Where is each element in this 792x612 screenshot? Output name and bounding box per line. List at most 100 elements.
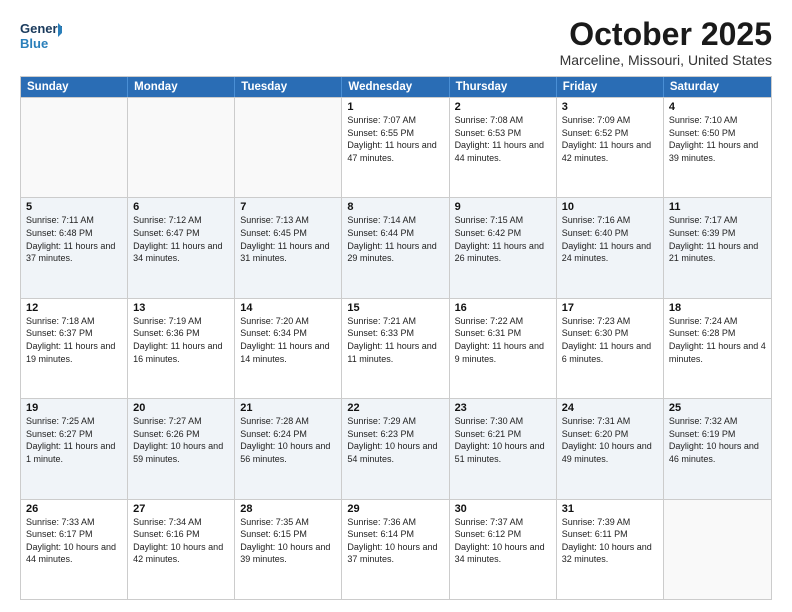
day-number: 22 [347, 402, 443, 414]
day-number: 18 [669, 302, 766, 314]
day-info: Sunrise: 7:23 AM Sunset: 6:30 PM Dayligh… [562, 315, 658, 365]
day-info: Sunrise: 7:25 AM Sunset: 6:27 PM Dayligh… [26, 415, 122, 465]
day-info: Sunrise: 7:14 AM Sunset: 6:44 PM Dayligh… [347, 214, 443, 264]
day-info: Sunrise: 7:15 AM Sunset: 6:42 PM Dayligh… [455, 214, 551, 264]
calendar-body: 1Sunrise: 7:07 AM Sunset: 6:55 PM Daylig… [21, 97, 771, 599]
day-number: 20 [133, 402, 229, 414]
day-cell-12: 12Sunrise: 7:18 AM Sunset: 6:37 PM Dayli… [21, 299, 128, 398]
calendar-header: SundayMondayTuesdayWednesdayThursdayFrid… [21, 77, 771, 97]
day-number: 2 [455, 101, 551, 113]
day-cell-16: 16Sunrise: 7:22 AM Sunset: 6:31 PM Dayli… [450, 299, 557, 398]
header-day-friday: Friday [557, 77, 664, 97]
day-info: Sunrise: 7:36 AM Sunset: 6:14 PM Dayligh… [347, 516, 443, 566]
logo-icon: General Blue [20, 18, 62, 60]
day-number: 13 [133, 302, 229, 314]
day-cell-25: 25Sunrise: 7:32 AM Sunset: 6:19 PM Dayli… [664, 399, 771, 498]
header-day-thursday: Thursday [450, 77, 557, 97]
day-cell-17: 17Sunrise: 7:23 AM Sunset: 6:30 PM Dayli… [557, 299, 664, 398]
day-info: Sunrise: 7:16 AM Sunset: 6:40 PM Dayligh… [562, 214, 658, 264]
day-cell-23: 23Sunrise: 7:30 AM Sunset: 6:21 PM Dayli… [450, 399, 557, 498]
day-cell-19: 19Sunrise: 7:25 AM Sunset: 6:27 PM Dayli… [21, 399, 128, 498]
logo: General Blue [20, 18, 62, 60]
day-number: 3 [562, 101, 658, 113]
day-number: 21 [240, 402, 336, 414]
location: Marceline, Missouri, United States [560, 52, 772, 68]
day-info: Sunrise: 7:19 AM Sunset: 6:36 PM Dayligh… [133, 315, 229, 365]
month-title: October 2025 [560, 18, 772, 50]
day-cell-15: 15Sunrise: 7:21 AM Sunset: 6:33 PM Dayli… [342, 299, 449, 398]
svg-text:Blue: Blue [20, 36, 48, 51]
day-info: Sunrise: 7:21 AM Sunset: 6:33 PM Dayligh… [347, 315, 443, 365]
day-number: 10 [562, 201, 658, 213]
day-cell-22: 22Sunrise: 7:29 AM Sunset: 6:23 PM Dayli… [342, 399, 449, 498]
day-info: Sunrise: 7:08 AM Sunset: 6:53 PM Dayligh… [455, 114, 551, 164]
header-day-wednesday: Wednesday [342, 77, 449, 97]
day-info: Sunrise: 7:28 AM Sunset: 6:24 PM Dayligh… [240, 415, 336, 465]
day-number: 27 [133, 503, 229, 515]
day-number: 29 [347, 503, 443, 515]
day-info: Sunrise: 7:33 AM Sunset: 6:17 PM Dayligh… [26, 516, 122, 566]
day-cell-27: 27Sunrise: 7:34 AM Sunset: 6:16 PM Dayli… [128, 500, 235, 599]
day-cell-1: 1Sunrise: 7:07 AM Sunset: 6:55 PM Daylig… [342, 98, 449, 197]
calendar-row-2: 12Sunrise: 7:18 AM Sunset: 6:37 PM Dayli… [21, 298, 771, 398]
day-cell-29: 29Sunrise: 7:36 AM Sunset: 6:14 PM Dayli… [342, 500, 449, 599]
day-cell-6: 6Sunrise: 7:12 AM Sunset: 6:47 PM Daylig… [128, 198, 235, 297]
day-number: 12 [26, 302, 122, 314]
day-cell-14: 14Sunrise: 7:20 AM Sunset: 6:34 PM Dayli… [235, 299, 342, 398]
day-cell-21: 21Sunrise: 7:28 AM Sunset: 6:24 PM Dayli… [235, 399, 342, 498]
day-info: Sunrise: 7:30 AM Sunset: 6:21 PM Dayligh… [455, 415, 551, 465]
day-number: 30 [455, 503, 551, 515]
day-info: Sunrise: 7:34 AM Sunset: 6:16 PM Dayligh… [133, 516, 229, 566]
day-cell-13: 13Sunrise: 7:19 AM Sunset: 6:36 PM Dayli… [128, 299, 235, 398]
day-info: Sunrise: 7:20 AM Sunset: 6:34 PM Dayligh… [240, 315, 336, 365]
day-info: Sunrise: 7:22 AM Sunset: 6:31 PM Dayligh… [455, 315, 551, 365]
header: General Blue October 2025 Marceline, Mis… [20, 18, 772, 68]
day-cell-9: 9Sunrise: 7:15 AM Sunset: 6:42 PM Daylig… [450, 198, 557, 297]
page: General Blue October 2025 Marceline, Mis… [0, 0, 792, 612]
calendar-row-3: 19Sunrise: 7:25 AM Sunset: 6:27 PM Dayli… [21, 398, 771, 498]
day-info: Sunrise: 7:39 AM Sunset: 6:11 PM Dayligh… [562, 516, 658, 566]
calendar-row-1: 5Sunrise: 7:11 AM Sunset: 6:48 PM Daylig… [21, 197, 771, 297]
day-cell-8: 8Sunrise: 7:14 AM Sunset: 6:44 PM Daylig… [342, 198, 449, 297]
day-cell-26: 26Sunrise: 7:33 AM Sunset: 6:17 PM Dayli… [21, 500, 128, 599]
header-day-sunday: Sunday [21, 77, 128, 97]
day-number: 24 [562, 402, 658, 414]
day-cell-7: 7Sunrise: 7:13 AM Sunset: 6:45 PM Daylig… [235, 198, 342, 297]
day-cell-30: 30Sunrise: 7:37 AM Sunset: 6:12 PM Dayli… [450, 500, 557, 599]
day-info: Sunrise: 7:11 AM Sunset: 6:48 PM Dayligh… [26, 214, 122, 264]
day-number: 19 [26, 402, 122, 414]
day-info: Sunrise: 7:35 AM Sunset: 6:15 PM Dayligh… [240, 516, 336, 566]
empty-cell-0-2 [235, 98, 342, 197]
day-info: Sunrise: 7:32 AM Sunset: 6:19 PM Dayligh… [669, 415, 766, 465]
day-info: Sunrise: 7:31 AM Sunset: 6:20 PM Dayligh… [562, 415, 658, 465]
header-day-saturday: Saturday [664, 77, 771, 97]
day-cell-10: 10Sunrise: 7:16 AM Sunset: 6:40 PM Dayli… [557, 198, 664, 297]
day-cell-20: 20Sunrise: 7:27 AM Sunset: 6:26 PM Dayli… [128, 399, 235, 498]
day-cell-5: 5Sunrise: 7:11 AM Sunset: 6:48 PM Daylig… [21, 198, 128, 297]
empty-cell-4-6 [664, 500, 771, 599]
day-cell-3: 3Sunrise: 7:09 AM Sunset: 6:52 PM Daylig… [557, 98, 664, 197]
day-info: Sunrise: 7:29 AM Sunset: 6:23 PM Dayligh… [347, 415, 443, 465]
day-number: 9 [455, 201, 551, 213]
header-right: October 2025 Marceline, Missouri, United… [560, 18, 772, 68]
empty-cell-0-0 [21, 98, 128, 197]
calendar-row-0: 1Sunrise: 7:07 AM Sunset: 6:55 PM Daylig… [21, 97, 771, 197]
day-number: 17 [562, 302, 658, 314]
day-number: 26 [26, 503, 122, 515]
day-number: 15 [347, 302, 443, 314]
day-cell-2: 2Sunrise: 7:08 AM Sunset: 6:53 PM Daylig… [450, 98, 557, 197]
day-cell-11: 11Sunrise: 7:17 AM Sunset: 6:39 PM Dayli… [664, 198, 771, 297]
day-number: 25 [669, 402, 766, 414]
header-day-monday: Monday [128, 77, 235, 97]
day-number: 7 [240, 201, 336, 213]
day-info: Sunrise: 7:37 AM Sunset: 6:12 PM Dayligh… [455, 516, 551, 566]
day-number: 5 [26, 201, 122, 213]
day-cell-18: 18Sunrise: 7:24 AM Sunset: 6:28 PM Dayli… [664, 299, 771, 398]
svg-text:General: General [20, 21, 62, 36]
day-cell-4: 4Sunrise: 7:10 AM Sunset: 6:50 PM Daylig… [664, 98, 771, 197]
day-number: 28 [240, 503, 336, 515]
day-info: Sunrise: 7:09 AM Sunset: 6:52 PM Dayligh… [562, 114, 658, 164]
day-info: Sunrise: 7:18 AM Sunset: 6:37 PM Dayligh… [26, 315, 122, 365]
day-info: Sunrise: 7:10 AM Sunset: 6:50 PM Dayligh… [669, 114, 766, 164]
day-number: 8 [347, 201, 443, 213]
